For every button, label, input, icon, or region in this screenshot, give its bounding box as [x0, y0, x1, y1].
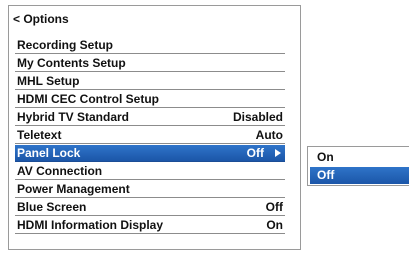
menu-item-value: Auto — [255, 128, 283, 142]
menu-item-label: HDMI Information Display — [17, 218, 164, 232]
submenu-option-off[interactable]: Off — [310, 167, 409, 184]
menu-item-mhl-setup[interactable]: MHL Setup — [15, 73, 285, 90]
menu-item-label: Blue Screen — [17, 200, 87, 214]
menu-item-value: Off — [265, 200, 283, 214]
options-menu-panel: < Options Recording Setup My Contents Se… — [8, 5, 301, 250]
menu-item-recording-setup[interactable]: Recording Setup — [15, 37, 285, 54]
menu-item-value: On — [266, 218, 283, 232]
menu-item-hdmi-information-display[interactable]: HDMI Information Display On — [15, 217, 285, 234]
menu-item-panel-lock[interactable]: Panel Lock Off — [15, 145, 285, 162]
menu-item-label: MHL Setup — [17, 74, 80, 88]
menu-item-label: AV Connection — [17, 164, 103, 178]
menu-item-value: Off — [246, 146, 264, 160]
menu-item-label: Power Management — [17, 182, 130, 196]
menu-item-label: Hybrid TV Standard — [17, 110, 130, 124]
options-back-header[interactable]: < Options — [13, 12, 69, 26]
menu-item-blue-screen[interactable]: Blue Screen Off — [15, 199, 285, 216]
menu-item-teletext[interactable]: Teletext Auto — [15, 127, 285, 144]
menu-item-hdmi-cec-control-setup[interactable]: HDMI CEC Control Setup — [15, 91, 285, 108]
panel-lock-submenu: On Off — [307, 146, 409, 186]
submenu-option-label: On — [317, 150, 334, 164]
submenu-option-label: Off — [317, 168, 335, 182]
submenu-option-on[interactable]: On — [310, 149, 409, 166]
menu-item-my-contents-setup[interactable]: My Contents Setup — [15, 55, 285, 72]
menu-item-power-management[interactable]: Power Management — [15, 181, 285, 198]
menu-item-label: Panel Lock — [17, 146, 81, 160]
menu-item-value: Disabled — [232, 110, 283, 124]
menu-item-label: Teletext — [17, 128, 62, 142]
menu-item-label: Recording Setup — [17, 38, 114, 52]
menu-item-av-connection[interactable]: AV Connection — [15, 163, 285, 180]
menu-item-label: HDMI CEC Control Setup — [17, 92, 159, 106]
triangle-right-icon — [275, 149, 281, 157]
menu-item-label: My Contents Setup — [17, 56, 126, 70]
menu-item-hybrid-tv-standard[interactable]: Hybrid TV Standard Disabled — [15, 109, 285, 126]
